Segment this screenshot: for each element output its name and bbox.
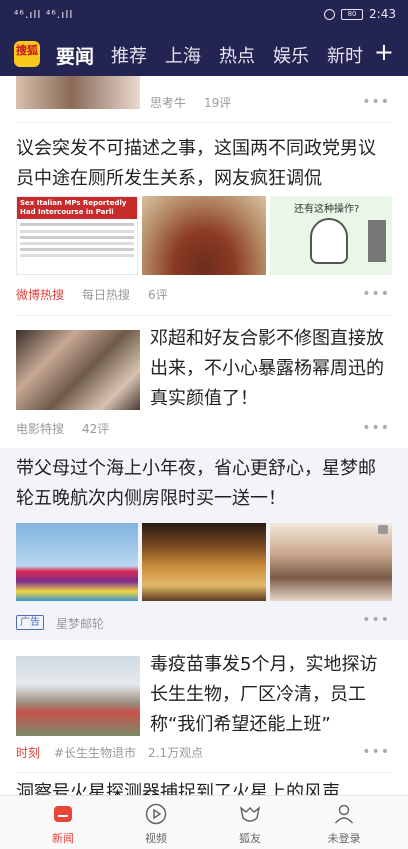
meme-caption: 还有这种操作? — [294, 204, 360, 215]
more-icon[interactable]: ••• — [362, 420, 390, 436]
nav-news[interactable]: 新闻 — [33, 802, 93, 846]
list-item[interactable]: 议会突发不可描述之事，这国两不同政党男议员中途在厕所发生关系，网友疯狂调侃 Se… — [0, 132, 408, 307]
status-time: 2:43 — [369, 7, 396, 21]
ad-thumbnail — [270, 523, 392, 601]
ad-badge: 广告 — [16, 615, 44, 630]
news-thumbnail: Sex Italian MPs Reportedly Had Intercour… — [16, 196, 138, 275]
tab-yaowen[interactable]: 要闻 — [56, 42, 94, 69]
hot-tag[interactable]: 微博热搜 — [16, 288, 64, 302]
nav-label: 新闻 — [52, 832, 74, 845]
divider — [16, 315, 392, 316]
moment-tag[interactable]: 时刻 — [16, 746, 40, 760]
battery-icon: 80 — [341, 8, 364, 20]
bottom-nav: 新闻 视频 狐友 未登录 — [0, 795, 408, 849]
ad-item[interactable]: 带父母过个海上小年夜，省心更舒心，星梦邮轮五晚航次内侧房限时买一送一！ 广告 星… — [0, 448, 408, 640]
app-header: ⁴⁶.ıll ⁴⁶.ıll 80 2:43 搜狐 要闻 推荐 上海 热点 娱乐 … — [0, 0, 408, 76]
tab-xinshi[interactable]: 新时 — [327, 42, 363, 68]
news-icon — [54, 806, 72, 822]
nav-label: 视频 — [145, 832, 167, 845]
news-source: 每日热搜 — [82, 288, 131, 302]
add-channel-button[interactable]: + — [374, 38, 394, 66]
status-bar: ⁴⁶.ıll ⁴⁶.ıll 80 2:43 — [0, 0, 408, 30]
tab-tuijian[interactable]: 推荐 — [111, 42, 147, 68]
view-count: 2.1万观点 — [148, 746, 204, 760]
tab-yule[interactable]: 娱乐 — [273, 42, 309, 68]
news-thumbnail — [16, 656, 140, 736]
news-feed[interactable]: 思考牛 19评 ••• 议会突发不可描述之事，这国两不同政党男议员中途在厕所发生… — [0, 76, 408, 795]
nav-profile[interactable]: 未登录 — [314, 802, 374, 846]
nav-label: 未登录 — [327, 832, 361, 845]
nav-video[interactable]: 视频 — [126, 802, 186, 846]
comment-count: 19评 — [204, 96, 232, 110]
news-title: 洞察号火星探测器捕捉到了火星上的风声 — [16, 782, 340, 795]
divider — [16, 122, 392, 123]
news-thumbnail — [142, 196, 266, 275]
news-thumbnail — [16, 330, 140, 410]
more-icon[interactable]: ••• — [362, 286, 390, 302]
divider — [16, 772, 392, 773]
nav-label: 狐友 — [239, 832, 261, 845]
signal-indicator: ⁴⁶.ıll ⁴⁶.ıll — [14, 8, 74, 21]
news-thumbnail: 还有这种操作? — [270, 196, 392, 275]
more-icon[interactable]: ••• — [362, 744, 390, 760]
ad-thumbnail — [16, 523, 138, 601]
fox-icon — [239, 806, 261, 822]
tab-shanghai[interactable]: 上海 — [165, 42, 201, 68]
more-icon[interactable]: ••• — [362, 612, 390, 628]
news-source: 思考牛 — [150, 96, 187, 110]
nav-hufriends[interactable]: 狐友 — [220, 802, 280, 846]
list-item[interactable]: 洞察号火星探测器捕捉到了火星上的风声 — [0, 776, 408, 795]
ad-title: 带父母过个海上小年夜，省心更舒心，星梦邮轮五晚航次内侧房限时买一送一！ — [16, 458, 376, 509]
comment-count: 42评 — [82, 422, 110, 436]
sohu-logo[interactable]: 搜狐 — [14, 41, 40, 67]
tab-redian[interactable]: 热点 — [219, 42, 255, 68]
topic-tag[interactable]: #长生生物退市 — [54, 744, 136, 761]
comment-count: 6评 — [148, 288, 168, 302]
list-item[interactable]: 邓超和好友合影不修图直接放出来，不小心暴露杨幂周迅的真实颜值了！ 电影特搜 42… — [0, 322, 408, 442]
video-play-icon — [145, 803, 167, 825]
news-title: 毒疫苗事发5个月，实地探访长生生物，厂区冷清，员工称“我们希望还能上班” — [150, 654, 378, 735]
advertiser-name: 星梦邮轮 — [56, 617, 105, 631]
alarm-icon — [324, 8, 336, 20]
news-title: 议会突发不可描述之事，这国两不同政党男议员中途在厕所发生关系，网友疯狂调侃 — [16, 138, 376, 189]
list-item[interactable]: 毒疫苗事发5个月，实地探访长生生物，厂区冷清，员工称“我们希望还能上班” 时刻 … — [0, 648, 408, 768]
news-thumbnail — [16, 76, 140, 109]
user-icon — [334, 804, 354, 824]
list-item[interactable]: 思考牛 19评 ••• — [0, 76, 408, 124]
channel-tabs: 搜狐 要闻 推荐 上海 热点 娱乐 新时 + — [0, 36, 408, 72]
news-source: 电影特搜 — [16, 422, 65, 436]
ad-thumbnail — [142, 523, 266, 601]
more-icon[interactable]: ••• — [362, 94, 390, 110]
news-title: 邓超和好友合影不修图直接放出来，不小心暴露杨幂周迅的真实颜值了！ — [150, 328, 384, 409]
article-headline-banner: Sex Italian MPs Reportedly Had Intercour… — [17, 197, 137, 219]
